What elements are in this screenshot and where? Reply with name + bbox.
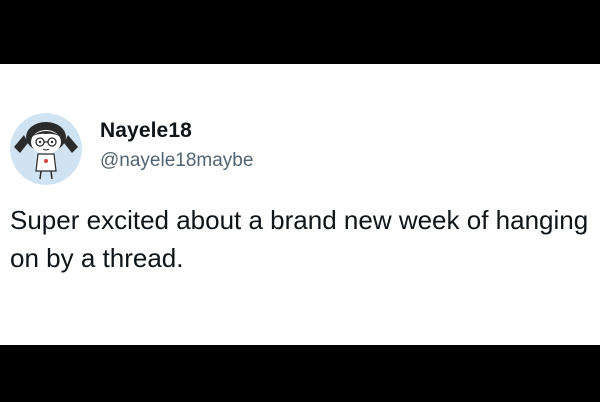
tweet-text: Super excited about a brand new week of … bbox=[10, 205, 589, 273]
screenshot-frame: Nayele18 @nayele18maybe Super excited ab… bbox=[0, 0, 600, 402]
tweet-card: Nayele18 @nayele18maybe Super excited ab… bbox=[0, 64, 600, 345]
user-handle[interactable]: @nayele18maybe bbox=[100, 150, 253, 172]
avatar[interactable] bbox=[10, 113, 82, 185]
cartoon-girl-avatar-icon bbox=[10, 113, 82, 185]
display-name[interactable]: Nayele18 bbox=[100, 119, 192, 143]
